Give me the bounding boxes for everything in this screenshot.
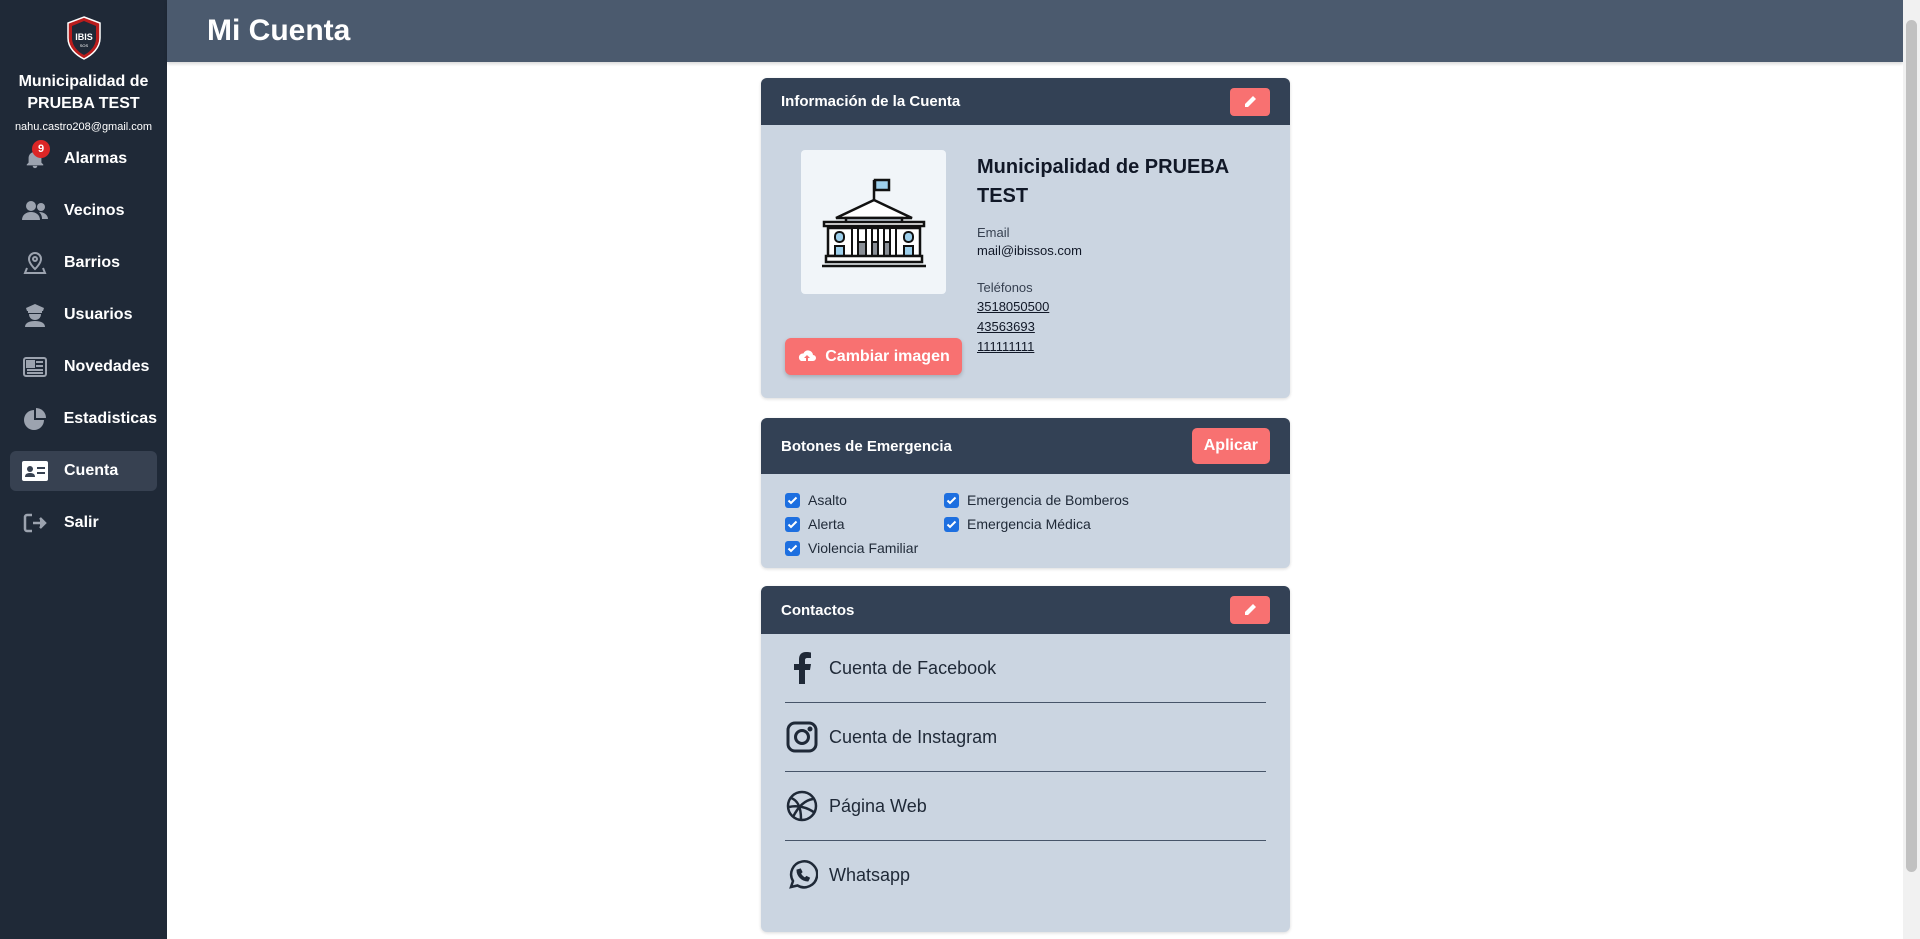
government-building-icon bbox=[821, 178, 926, 268]
phone-link[interactable]: 3518050500 bbox=[977, 297, 1267, 317]
contact-label: Cuenta de Facebook bbox=[829, 657, 997, 678]
pencil-icon bbox=[1245, 604, 1256, 615]
checkbox-emergencia-bomberos[interactable]: Emergencia de Bomberos bbox=[944, 492, 1129, 508]
whatsapp-icon bbox=[785, 859, 819, 893]
brand: IBIS SOS Municipalidad de PRUEBA TEST na… bbox=[0, 0, 167, 133]
logo-sub: SOS bbox=[79, 43, 88, 48]
org-email: nahu.castro208@gmail.com bbox=[14, 121, 153, 133]
sidebar-item-label: Salir bbox=[64, 514, 99, 531]
sidebar-item-label: Cuenta bbox=[64, 462, 119, 479]
pie-chart-icon bbox=[22, 406, 48, 432]
sidebar-item-novedades[interactable]: Novedades bbox=[10, 347, 157, 387]
contact-facebook[interactable]: Cuenta de Facebook bbox=[785, 634, 1266, 703]
sidebar-item-cuenta[interactable]: Cuenta bbox=[10, 451, 157, 491]
web-icon bbox=[785, 789, 819, 823]
contact-label: Cuenta de Instagram bbox=[829, 726, 998, 747]
main-content: Información de la Cuenta Cambiar imagen … bbox=[167, 62, 1903, 939]
account-info-card: Información de la Cuenta Cambiar imagen … bbox=[761, 78, 1290, 398]
checkbox-asalto[interactable]: Asalto bbox=[785, 492, 944, 508]
account-avatar bbox=[801, 150, 946, 294]
checkbox-label: Alerta bbox=[808, 516, 845, 532]
checkbox-label: Emergencia Médica bbox=[967, 516, 1091, 532]
phone-list: 3518050500 43563693 111111111 bbox=[977, 297, 1267, 357]
contact-web[interactable]: Página Web bbox=[785, 772, 1266, 841]
edit-account-button[interactable] bbox=[1230, 87, 1270, 116]
checkbox-label: Emergencia de Bomberos bbox=[967, 492, 1129, 508]
bell-icon: 9 bbox=[22, 140, 50, 172]
contact-list: Cuenta de Facebook Cuenta de Instagram P… bbox=[761, 634, 1290, 910]
sidebar-item-salir[interactable]: Salir bbox=[10, 503, 157, 543]
phone-link[interactable]: 43563693 bbox=[977, 317, 1267, 337]
org-name: Municipalidad de PRUEBA TEST bbox=[18, 73, 149, 112]
sidebar-item-usuarios[interactable]: Usuarios bbox=[10, 295, 157, 335]
check-row: Alerta Emergencia Médica bbox=[785, 512, 1265, 536]
sidebar-item-alarmas[interactable]: 9 Alarmas bbox=[10, 139, 157, 179]
checkbox-checked-icon bbox=[785, 540, 800, 556]
account-details: Municipalidad de PRUEBA TEST Email mail@… bbox=[977, 153, 1267, 357]
checkbox-emergencia-medica[interactable]: Emergencia Médica bbox=[944, 516, 1091, 532]
map-pin-icon bbox=[22, 250, 48, 276]
contact-label: Whatsapp bbox=[829, 865, 911, 885]
facebook-icon bbox=[785, 651, 819, 685]
id-card-icon bbox=[22, 458, 48, 484]
apply-button[interactable]: Aplicar bbox=[1191, 428, 1270, 464]
checkbox-label: Violencia Familiar bbox=[808, 540, 919, 556]
sidebar-item-label: Alarmas bbox=[64, 150, 128, 167]
instagram-icon bbox=[785, 720, 819, 754]
ibis-logo: IBIS SOS bbox=[66, 16, 101, 60]
sidebar-item-barrios[interactable]: Barrios bbox=[10, 243, 157, 283]
checkbox-label: Asalto bbox=[808, 492, 847, 508]
sidebar-item-label: Novedades bbox=[64, 358, 150, 375]
phone-link[interactable]: 111111111 bbox=[977, 337, 1267, 357]
pencil-icon bbox=[1245, 95, 1256, 107]
email-label: Email bbox=[977, 225, 1010, 240]
account-card-title: Información de la Cuenta bbox=[781, 93, 961, 110]
emergency-card-header: Botones de Emergencia Aplicar bbox=[761, 418, 1290, 474]
account-card-header: Información de la Cuenta bbox=[761, 78, 1290, 125]
check-row: Violencia Familiar bbox=[785, 536, 1265, 560]
checkbox-checked-icon bbox=[785, 492, 800, 508]
contact-label: Página Web bbox=[829, 795, 927, 816]
change-image-button[interactable]: Cambiar imagen bbox=[785, 338, 962, 375]
edit-contacts-button[interactable] bbox=[1230, 596, 1270, 624]
check-row: Asalto Emergencia de Bomberos bbox=[785, 488, 1265, 512]
sidebar-nav: 9 Alarmas Vecinos Barrios Usuarios Noved… bbox=[0, 139, 167, 543]
change-image-label: Cambiar imagen bbox=[825, 347, 950, 365]
page-scrollbar[interactable] bbox=[1903, 0, 1920, 939]
emergency-card-title: Botones de Emergencia bbox=[781, 437, 952, 455]
logout-icon bbox=[22, 510, 48, 536]
sidebar: IBIS SOS Municipalidad de PRUEBA TEST na… bbox=[0, 0, 167, 939]
users-icon bbox=[22, 198, 48, 224]
account-name: Municipalidad de PRUEBA TEST bbox=[977, 156, 1229, 207]
contacts-card-title: Contactos bbox=[781, 601, 855, 619]
top-header: Mi Cuenta bbox=[167, 0, 1903, 62]
contact-instagram[interactable]: Cuenta de Instagram bbox=[785, 703, 1266, 772]
email-value: mail@ibissos.com bbox=[977, 243, 1082, 258]
sidebar-item-label: Vecinos bbox=[64, 202, 125, 219]
checkbox-violencia-familiar[interactable]: Violencia Familiar bbox=[785, 540, 918, 556]
checkbox-checked-icon bbox=[785, 516, 800, 532]
sidebar-item-label: Usuarios bbox=[64, 306, 133, 323]
logo-text: IBIS bbox=[75, 32, 93, 42]
emergency-options: Asalto Emergencia de Bomberos Alerta Eme… bbox=[785, 488, 1265, 560]
contacts-card: Contactos Cuenta de Facebook Cuenta de I… bbox=[761, 586, 1290, 932]
sidebar-item-estadisticas[interactable]: Estadisticas bbox=[10, 399, 157, 439]
sidebar-item-label: Barrios bbox=[64, 254, 121, 271]
officer-icon bbox=[22, 302, 48, 328]
contacts-card-header: Contactos bbox=[761, 586, 1290, 634]
scrollbar-thumb[interactable] bbox=[1906, 20, 1917, 872]
emergency-buttons-card: Botones de Emergencia Aplicar Asalto Eme… bbox=[761, 418, 1290, 568]
contact-whatsapp[interactable]: Whatsapp bbox=[785, 841, 1266, 910]
sidebar-item-vecinos[interactable]: Vecinos bbox=[10, 191, 157, 231]
checkbox-alerta[interactable]: Alerta bbox=[785, 516, 944, 532]
sidebar-item-label: Estadisticas bbox=[63, 410, 157, 427]
checkbox-checked-icon bbox=[944, 492, 959, 508]
newspaper-icon bbox=[22, 354, 48, 380]
checkbox-checked-icon bbox=[944, 516, 959, 532]
phones-label: Teléfonos bbox=[977, 280, 1033, 295]
alarm-count-badge: 9 bbox=[32, 140, 50, 158]
page-title: Mi Cuenta bbox=[207, 14, 351, 47]
cloud-upload-icon bbox=[799, 349, 817, 361]
